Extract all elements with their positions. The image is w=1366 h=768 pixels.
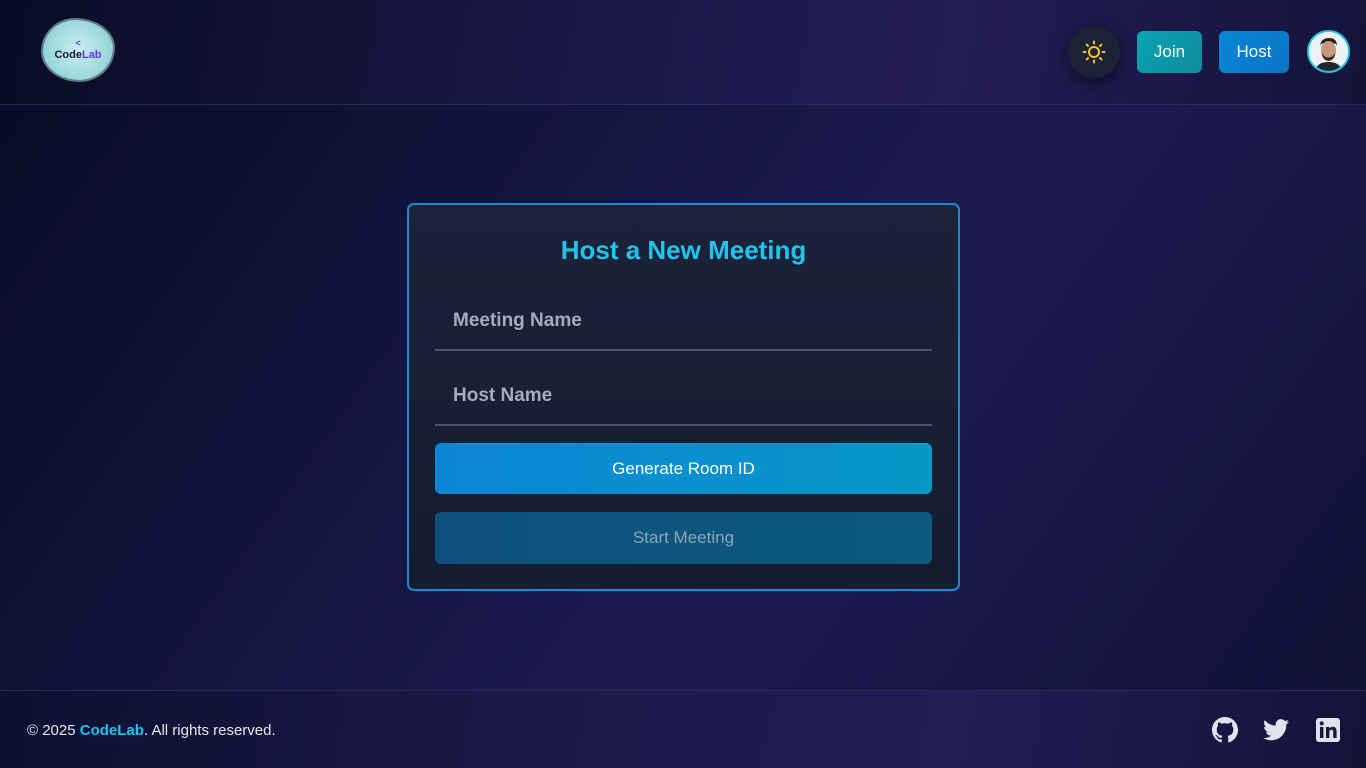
avatar-image: [1309, 32, 1348, 71]
codelab-logo[interactable]: < CodeLab: [43, 20, 113, 80]
card-title: Host a New Meeting: [560, 235, 807, 265]
logo-mark: <: [75, 38, 81, 48]
twitter-icon[interactable]: [1263, 717, 1289, 743]
host-name-input[interactable]: [435, 368, 932, 426]
host-meeting-card: Host a New Meeting Generate Room ID Star…: [407, 203, 960, 591]
theme-toggle-button[interactable]: [1068, 26, 1120, 78]
brand-link[interactable]: CodeLab: [80, 722, 144, 739]
meeting-name-input[interactable]: [435, 293, 932, 351]
join-button[interactable]: Join: [1137, 31, 1202, 73]
start-meeting-button[interactable]: Start Meeting: [435, 512, 932, 564]
copyright-text: © 2025 CodeLab. All rights reserved.: [27, 722, 276, 739]
host-button[interactable]: Host: [1219, 31, 1289, 73]
linkedin-icon[interactable]: [1315, 717, 1341, 743]
footer: © 2025 CodeLab. All rights reserved.: [0, 690, 1366, 768]
github-icon[interactable]: [1212, 717, 1238, 743]
sun-icon: [1082, 40, 1106, 64]
logo-text: CodeLab: [54, 49, 102, 61]
user-avatar[interactable]: [1307, 30, 1350, 73]
top-navbar: < CodeLab Join Host: [0, 0, 1366, 105]
generate-room-id-button[interactable]: Generate Room ID: [435, 443, 932, 494]
